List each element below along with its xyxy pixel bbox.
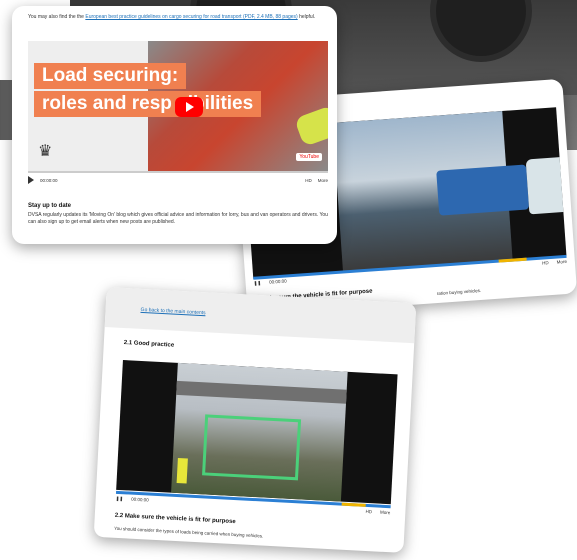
pause-icon[interactable]: ❚❚ (253, 280, 261, 287)
pause-icon[interactable]: ❚❚ (116, 496, 124, 502)
blue-drums (436, 164, 530, 216)
green-frame (202, 414, 302, 481)
worker-figure (176, 458, 188, 484)
progress-bar[interactable] (28, 171, 328, 173)
stay-up-to-date-heading: Stay up to date (28, 203, 72, 209)
section-text: You should consider the types of loads b… (114, 525, 264, 539)
stay-up-to-date-text: DVSA regularly updates its 'Moving On' b… (28, 212, 328, 225)
good-practice-heading: 2.1 Good practice (123, 340, 175, 349)
youtube-play-icon[interactable] (175, 97, 203, 117)
more-button[interactable]: More (556, 259, 567, 266)
guidelines-link[interactable]: European best practice guidelines on car… (85, 14, 297, 20)
video-player[interactable] (116, 360, 398, 505)
section-text: ration buying vehicles. (436, 287, 482, 297)
time-display: 00:00:00 (268, 278, 287, 285)
more-button[interactable]: More (318, 178, 328, 183)
tyre-image (430, 0, 532, 62)
video-player[interactable]: Load securing: roles and resp sibilities… (28, 41, 328, 171)
royal-crest-icon: ♛ (38, 143, 53, 160)
more-button[interactable]: More (380, 510, 391, 517)
section-heading: 2.2 Make sure the vehicle is fit for pur… (114, 512, 236, 526)
quality-button[interactable]: HD (542, 260, 549, 266)
quality-button[interactable]: HD (365, 509, 372, 515)
time-display: 00:00:00 (40, 177, 58, 183)
time-display: 00:00:00 (131, 496, 149, 503)
youtube-badge[interactable]: YouTube (296, 153, 322, 161)
hi-viz-glove (294, 105, 328, 147)
intro-text: You may also find the the (28, 14, 84, 20)
video-title-line2: roles and resp sibilities (34, 91, 262, 117)
play-icon[interactable] (28, 176, 34, 184)
intro-suffix: helpful. (299, 14, 316, 20)
screenshot-card-good-practice: Go back to the main contents 2.1 Good pr… (93, 287, 417, 553)
video-frame-truck (332, 111, 567, 273)
truck-cab (525, 156, 567, 215)
video-controls: 00:00:00 HD More (28, 171, 328, 186)
intro-paragraph: You may also find the the European best … (28, 14, 328, 21)
video-title-line1: Load securing: (34, 63, 187, 89)
quality-button[interactable]: HD (305, 178, 312, 183)
screenshot-card-load-securing: You may also find the the European best … (12, 6, 337, 244)
